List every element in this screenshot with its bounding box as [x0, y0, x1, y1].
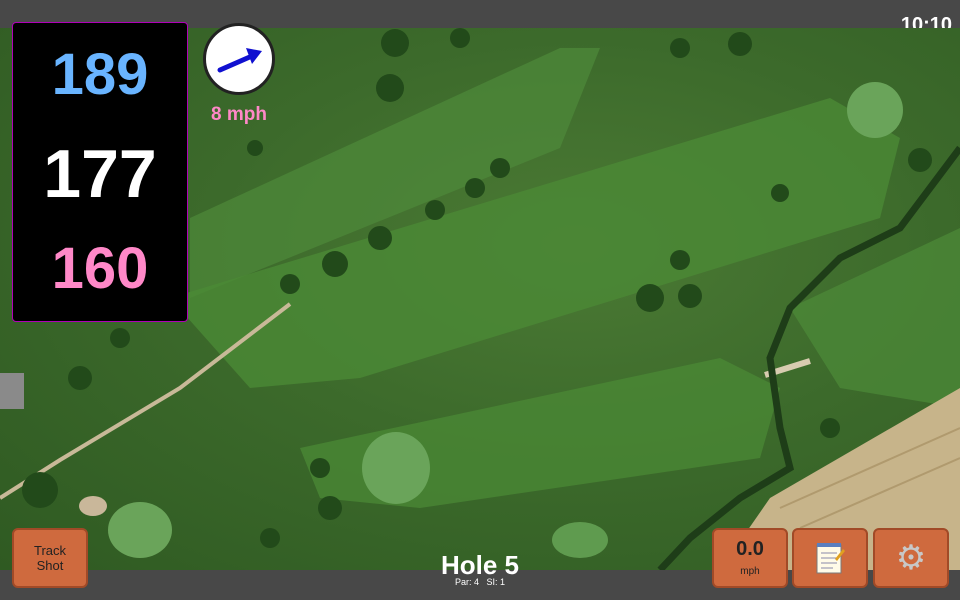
settings-button[interactable]: ⚙	[873, 528, 949, 588]
wind-indicator	[203, 23, 275, 95]
hole-info: Par: 4 SI: 1	[380, 577, 580, 587]
hole-par: Par: 4	[454, 577, 479, 587]
notes-button[interactable]	[792, 528, 868, 588]
yardage-panel: 189 177 160	[12, 22, 188, 322]
speed-value: 0.0	[736, 538, 764, 560]
front-yardage: 160	[51, 236, 149, 301]
speed-unit: mph	[740, 566, 760, 577]
hole-stroke-index: SI: 1	[486, 577, 506, 587]
middle-yardage: 177	[43, 136, 157, 212]
track-shot-label-line1: Track	[33, 543, 67, 558]
back-yardage: 189	[51, 42, 149, 107]
track-shot-label-line2: Shot	[36, 558, 64, 573]
wind-direction-arrow-icon	[217, 48, 262, 73]
track-shot-button[interactable]: Track Shot	[12, 528, 88, 588]
speed-button[interactable]: 0.0 mph	[712, 528, 788, 588]
wind-speed-label: 8 mph	[211, 104, 267, 125]
gear-icon: ⚙	[895, 539, 927, 577]
notepad-icon	[816, 543, 845, 574]
